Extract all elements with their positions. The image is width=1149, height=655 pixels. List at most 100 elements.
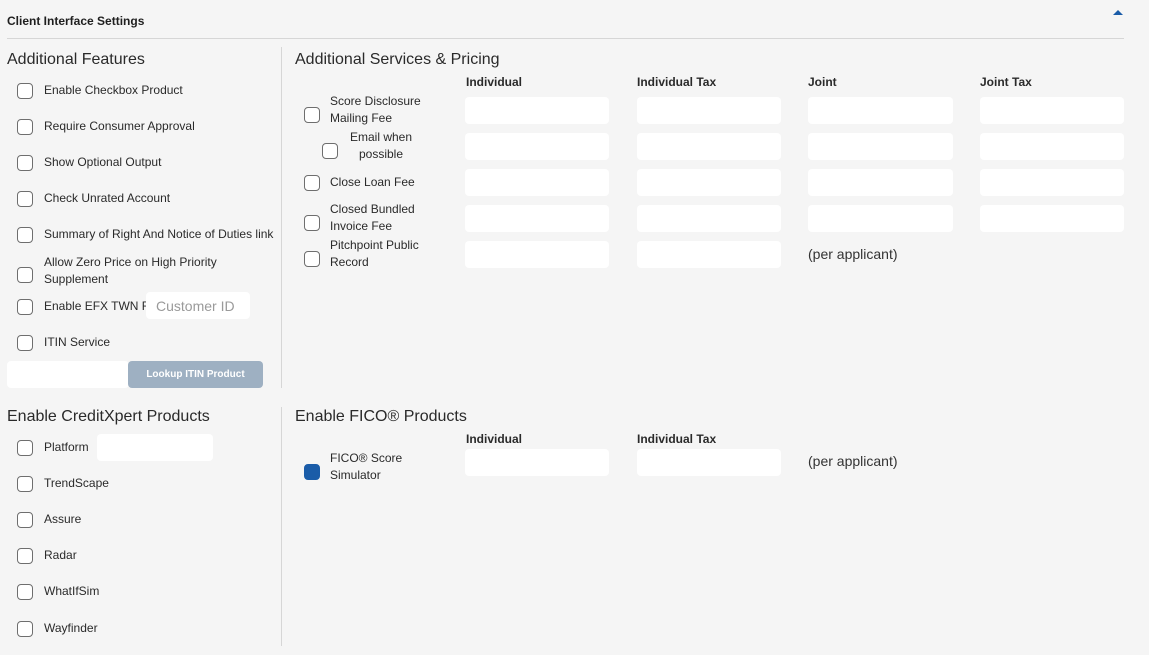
col-header-joint-tax: Joint Tax [980, 75, 1032, 89]
checkbox-label: Score Disclosure Mailing Fee [330, 94, 421, 125]
email-joint-tax-input[interactable] [980, 133, 1124, 160]
col-header-joint: Joint [808, 75, 837, 89]
checkbox[interactable] [304, 174, 320, 191]
close-loan-joint-input[interactable] [808, 169, 953, 196]
checkbox-label: FICO® Score Simulator [330, 451, 403, 482]
itin-product-input[interactable] [7, 361, 129, 388]
column-divider-bottom [281, 407, 282, 646]
checkbox[interactable] [322, 142, 338, 159]
feature-require-consumer-approval[interactable]: Require Consumer Approval [17, 118, 195, 135]
caret-up-icon[interactable] [1111, 6, 1125, 18]
service-email-when-possible[interactable]: Email when possible [322, 129, 444, 163]
checkbox-label: Enable Checkbox Product [44, 83, 183, 97]
checkbox[interactable] [17, 511, 33, 528]
creditxpert-whatifsim[interactable]: WhatIfSim [17, 583, 99, 600]
close-loan-individual-input[interactable] [465, 169, 609, 196]
close-loan-individual-tax-input[interactable] [637, 169, 781, 196]
creditxpert-wayfinder[interactable]: Wayfinder [17, 620, 98, 637]
checkbox-label: Closed Bundled Invoice Fee [330, 202, 415, 233]
feature-show-optional-output[interactable]: Show Optional Output [17, 154, 161, 171]
checkbox-label: Assure [44, 512, 82, 526]
checkbox[interactable] [17, 190, 33, 207]
email-individual-input[interactable] [465, 133, 609, 160]
email-individual-tax-input[interactable] [637, 133, 781, 160]
checkbox[interactable] [17, 118, 33, 135]
checkbox-checked[interactable] [304, 463, 320, 480]
service-pitchpoint-public-record[interactable]: Pitchpoint Public Record [304, 237, 434, 271]
checkbox-label: TrendScape [44, 476, 109, 490]
per-applicant-note: (per applicant) [808, 246, 898, 262]
page-title: Client Interface Settings [7, 14, 145, 28]
checkbox[interactable] [17, 334, 33, 351]
feature-enable-checkbox-product[interactable]: Enable Checkbox Product [17, 82, 183, 99]
checkbox-label: WhatIfSim [44, 584, 100, 598]
score-disclosure-individual-input[interactable] [465, 97, 609, 124]
checkbox-label: Wayfinder [44, 621, 98, 635]
checkbox[interactable] [17, 154, 33, 171]
score-disclosure-joint-input[interactable] [808, 97, 953, 124]
fico-title: Enable FICO® Products [295, 408, 467, 425]
checkbox[interactable] [304, 250, 320, 267]
feature-summary-of-rights-link[interactable]: Summary of Right And Notice of Duties li… [17, 226, 273, 243]
creditxpert-title: Enable CreditXpert Products [7, 408, 210, 425]
checkbox-label: Show Optional Output [44, 155, 162, 169]
lookup-itin-product-button[interactable]: Lookup ITIN Product [128, 361, 263, 388]
score-disclosure-individual-tax-input[interactable] [637, 97, 781, 124]
pitchpoint-individual-tax-input[interactable] [637, 241, 781, 268]
bundled-invoice-individual-input[interactable] [465, 205, 609, 232]
checkbox-label: Radar [44, 548, 77, 562]
checkbox[interactable] [17, 475, 33, 492]
checkbox-label: Enable EFX TWN RI [44, 299, 154, 313]
fico-score-simulator[interactable]: FICO® Score Simulator [304, 450, 434, 484]
col-header-individual: Individual [466, 75, 523, 89]
email-joint-input[interactable] [808, 133, 953, 160]
creditxpert-assure[interactable]: Assure [17, 511, 81, 528]
fico-individual-input[interactable] [465, 449, 609, 476]
checkbox[interactable] [17, 298, 33, 315]
additional-features-title: Additional Features [7, 51, 145, 68]
fico-col-header-individual: Individual [466, 432, 523, 446]
feature-itin-service[interactable]: ITIN Service [17, 334, 110, 351]
checkbox-label: Allow Zero Price on High Priority Supple… [44, 255, 217, 286]
checkbox-label: Require Consumer Approval [44, 119, 195, 133]
close-loan-joint-tax-input[interactable] [980, 169, 1124, 196]
creditxpert-radar[interactable]: Radar [17, 547, 77, 564]
checkbox-label: Check Unrated Account [44, 191, 171, 205]
checkbox-label: Close Loan Fee [330, 175, 415, 189]
fico-col-header-individual-tax: Individual Tax [637, 432, 717, 446]
header-divider [7, 38, 1124, 39]
bundled-invoice-individual-tax-input[interactable] [637, 205, 781, 232]
platform-input[interactable] [97, 434, 213, 461]
checkbox[interactable] [17, 583, 33, 600]
feature-check-unrated-account[interactable]: Check Unrated Account [17, 190, 170, 207]
fico-per-applicant-note: (per applicant) [808, 453, 898, 469]
fico-individual-tax-input[interactable] [637, 449, 781, 476]
col-header-individual-tax: Individual Tax [637, 75, 717, 89]
service-close-loan-fee[interactable]: Close Loan Fee [304, 174, 415, 191]
checkbox-label: Pitchpoint Public Record [330, 238, 419, 269]
checkbox[interactable] [304, 106, 320, 123]
bundled-invoice-joint-input[interactable] [808, 205, 953, 232]
customer-id-input[interactable] [146, 292, 250, 319]
column-divider-top [281, 47, 282, 388]
checkbox[interactable] [304, 214, 320, 231]
checkbox[interactable] [17, 439, 33, 456]
creditxpert-trendscape[interactable]: TrendScape [17, 475, 109, 492]
score-disclosure-joint-tax-input[interactable] [980, 97, 1124, 124]
checkbox-label: Email when possible [349, 130, 413, 161]
checkbox[interactable] [17, 620, 33, 637]
checkbox[interactable] [17, 547, 33, 564]
checkbox[interactable] [17, 82, 33, 99]
pitchpoint-individual-input[interactable] [465, 241, 609, 268]
feature-enable-efx-twn-ri[interactable]: Enable EFX TWN RI [17, 298, 154, 315]
creditxpert-platform[interactable]: Platform [17, 439, 89, 456]
service-score-disclosure[interactable]: Score Disclosure Mailing Fee [304, 93, 444, 127]
checkbox[interactable] [17, 226, 33, 243]
checkbox[interactable] [17, 267, 33, 283]
services-title: Additional Services & Pricing [295, 51, 500, 68]
checkbox-label: Summary of Right And Notice of Duties li… [44, 227, 274, 241]
checkbox-label: Platform [44, 440, 89, 454]
feature-allow-zero-price[interactable]: Allow Zero Price on High Priority Supple… [17, 254, 237, 288]
service-closed-bundled-invoice[interactable]: Closed Bundled Invoice Fee [304, 201, 424, 235]
bundled-invoice-joint-tax-input[interactable] [980, 205, 1124, 232]
